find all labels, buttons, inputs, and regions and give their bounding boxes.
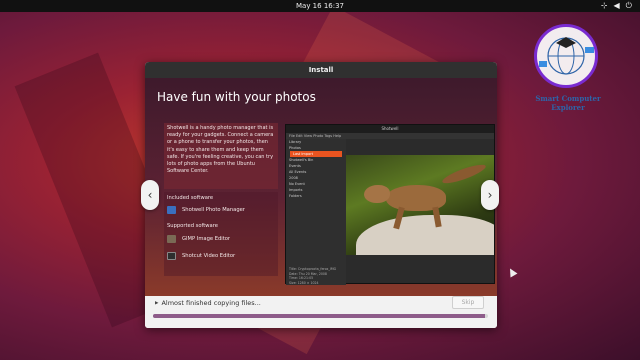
software-box: Included software Shotwell Photo Manager… <box>164 192 278 276</box>
app-name: Shotcut Video Editor <box>182 253 236 259</box>
top-bar: May 16 16:37 ⊹ ◀ ⏻ <box>0 0 640 12</box>
window-title: Install <box>145 62 497 78</box>
app-name: GIMP Image Editor <box>182 236 231 242</box>
slide-title: Have fun with your photos <box>157 90 316 104</box>
progress-bar <box>153 314 488 318</box>
included-app-row: Shotwell Photo Manager <box>167 204 245 216</box>
supported-app-row: GIMP Image Editor <box>167 233 230 245</box>
install-footer: ▶ Almost finished copying files... Skip <box>145 296 497 328</box>
photo-info: Title: Cryptoprocta_ferox_IMG Date: Thu … <box>289 267 337 285</box>
next-slide-button[interactable]: › <box>481 180 499 210</box>
watermark-logo: Smart Computer Explorer <box>526 24 610 120</box>
progress-fill <box>153 314 485 318</box>
expander-arrow-icon[interactable]: ▶ <box>155 301 158 306</box>
shotwell-screenshot: Shotwell File Edit View Photo Tags Help … <box>285 124 495 285</box>
supported-app-row: Shotcut Video Editor <box>167 250 235 262</box>
gimp-icon <box>167 235 176 243</box>
volume-icon[interactable]: ◀ <box>614 1 620 11</box>
fossa-photo <box>346 155 494 255</box>
shotwell-sidebar: Library Photos Last Import Shotwell's Bi… <box>286 139 346 285</box>
library-item: Folders <box>289 194 302 198</box>
rock-shape <box>356 215 494 255</box>
slide-description: Shotwell is a handy photo manager that i… <box>164 123 278 189</box>
power-icon[interactable]: ⏻ <box>626 1 632 11</box>
clock[interactable]: May 16 16:37 <box>0 2 640 10</box>
animal-tail <box>440 161 488 187</box>
logo-text: Smart Computer Explorer <box>535 94 601 112</box>
status-text: Almost finished copying files... <box>161 299 261 307</box>
slideshow-panel: Have fun with your photos Shotwell is a … <box>145 78 497 296</box>
animal-head <box>364 185 390 203</box>
chevron-right-icon: › <box>487 188 493 202</box>
shotwell-icon <box>167 206 176 214</box>
shotcut-icon <box>167 252 176 260</box>
supported-software-label: Supported software <box>167 223 218 229</box>
system-tray[interactable]: ⊹ ◀ ⏻ <box>601 1 632 11</box>
chevron-left-icon: ‹ <box>147 188 153 202</box>
network-icon[interactable]: ⊹ <box>601 1 608 11</box>
logo-emblem <box>534 24 598 88</box>
skip-button[interactable]: Skip <box>452 296 484 309</box>
installer-window: Install Have fun with your photos Shotwe… <box>145 62 497 328</box>
app-name: Shotwell Photo Manager <box>182 207 245 213</box>
globe-icon <box>539 37 594 75</box>
status-expander[interactable]: ▶ Almost finished copying files... <box>155 299 261 307</box>
shotwell-title: Shotwell <box>286 125 494 133</box>
previous-slide-button[interactable]: ‹ <box>141 180 159 210</box>
included-software-label: Included software <box>167 195 214 201</box>
